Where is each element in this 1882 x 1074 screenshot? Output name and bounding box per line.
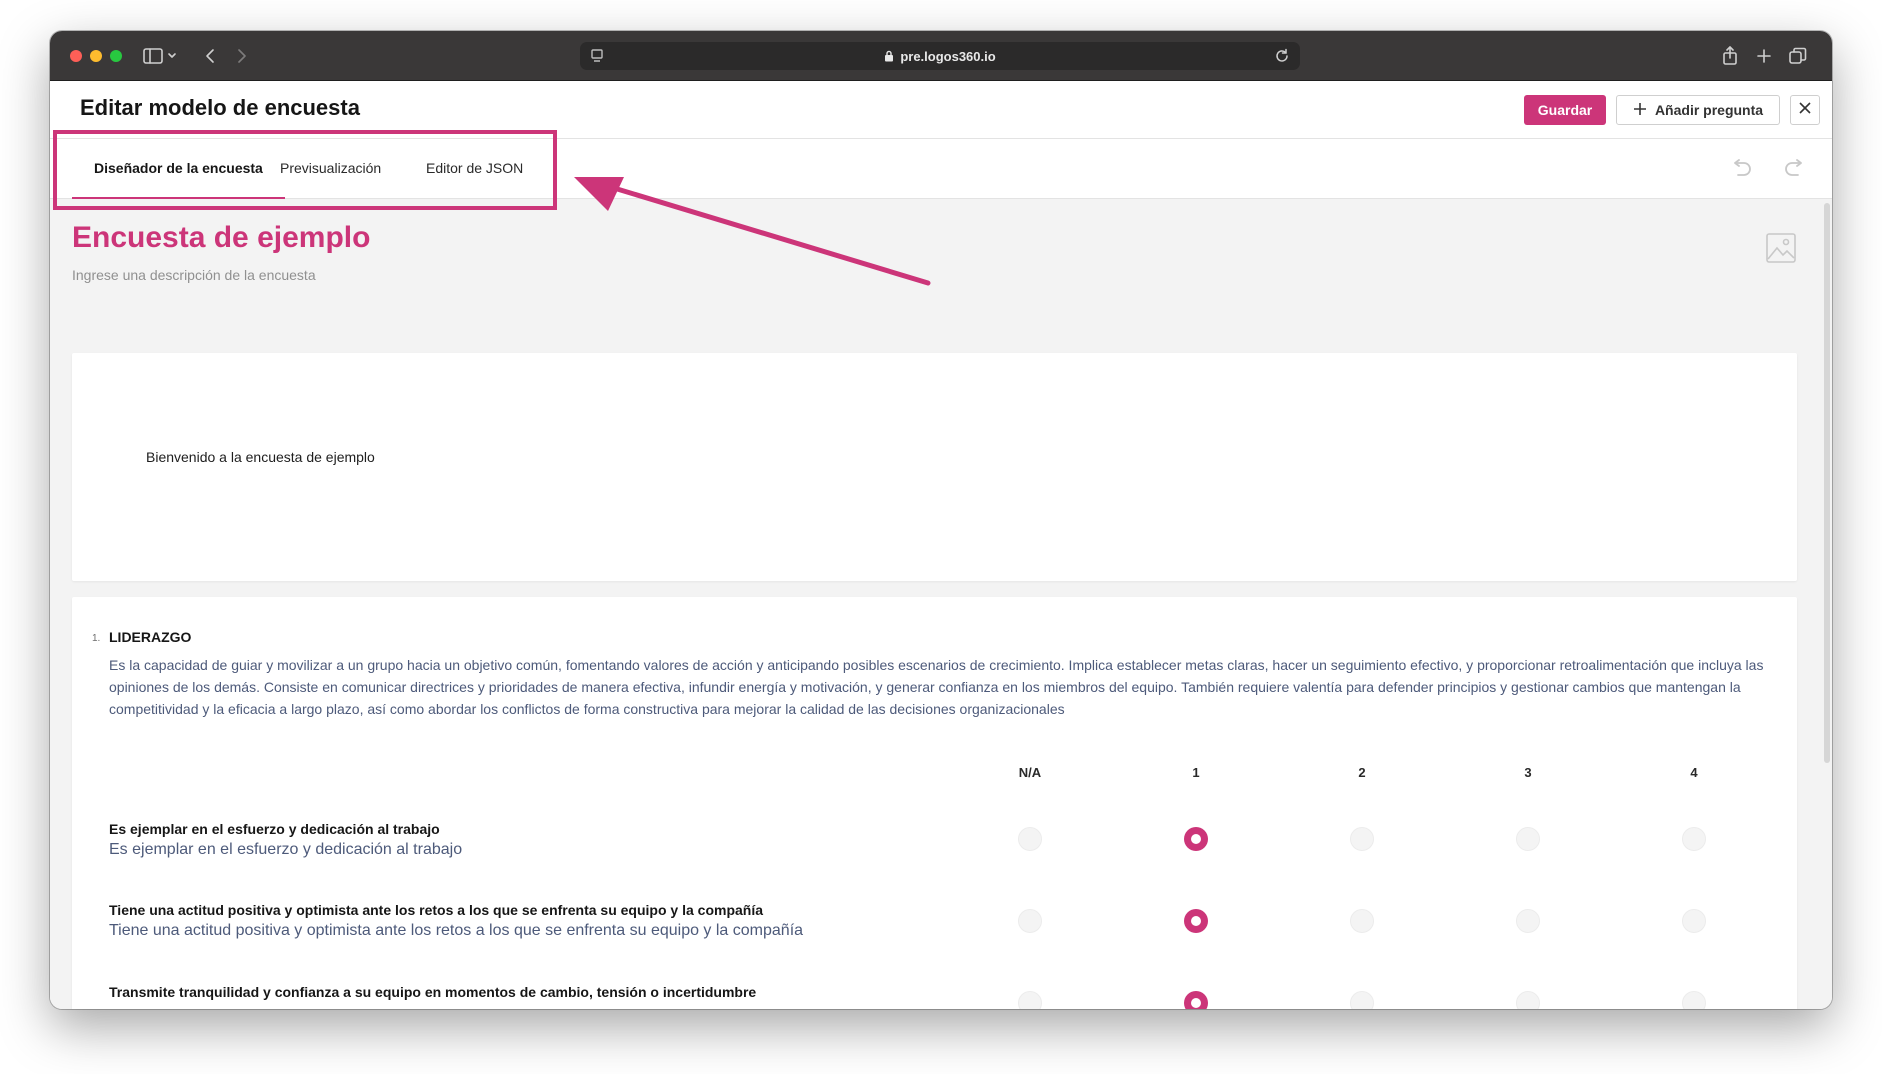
column-header-na: N/A bbox=[1018, 765, 1042, 780]
close-window-button[interactable] bbox=[70, 50, 82, 62]
question-number: 1. bbox=[92, 633, 101, 644]
matrix-row-subtitle: Es ejemplar en el esfuerzo y dedicación … bbox=[109, 841, 463, 858]
radio-row2-2[interactable] bbox=[1350, 909, 1374, 933]
browser-window: pre.logos360.io Editar modelo de encuest… bbox=[50, 31, 1832, 1009]
close-editor-button[interactable] bbox=[1790, 95, 1820, 125]
redo-icon[interactable] bbox=[1782, 159, 1806, 182]
sidebar-icon[interactable] bbox=[140, 44, 180, 68]
question-card[interactable]: 1. LIDERAZGO Es la capacidad de guiar y … bbox=[72, 597, 1797, 1009]
plus-icon[interactable] bbox=[1754, 44, 1774, 68]
survey-title[interactable]: Encuesta de ejemplo bbox=[72, 221, 370, 255]
radio-row1-3[interactable] bbox=[1516, 827, 1540, 851]
add-question-label: Añadir pregunta bbox=[1654, 102, 1764, 118]
radio-row1-4[interactable] bbox=[1682, 827, 1706, 851]
share-icon[interactable] bbox=[1720, 44, 1740, 68]
save-button[interactable]: Guardar bbox=[1524, 95, 1606, 125]
undo-icon[interactable] bbox=[1730, 159, 1754, 182]
window-controls bbox=[70, 50, 122, 62]
reload-icon[interactable] bbox=[1274, 48, 1290, 67]
matrix-row-title: Transmite tranquilidad y confianza a su … bbox=[109, 984, 757, 1000]
radio-row3-2[interactable] bbox=[1350, 991, 1374, 1009]
radio-row1-1[interactable] bbox=[1184, 827, 1208, 851]
lock-icon bbox=[884, 50, 894, 62]
radio-row3-1[interactable] bbox=[1184, 991, 1208, 1009]
page-title: Editar modelo de encuesta bbox=[80, 95, 360, 120]
add-question-button[interactable]: Añadir pregunta bbox=[1616, 95, 1780, 125]
zoom-window-button[interactable] bbox=[110, 50, 122, 62]
address-bar[interactable]: pre.logos360.io bbox=[580, 42, 1300, 70]
tab-json-editor[interactable]: Editor de JSON bbox=[426, 139, 523, 199]
radio-row3-4[interactable] bbox=[1682, 991, 1706, 1009]
plus-icon bbox=[1633, 102, 1647, 119]
survey-description-placeholder[interactable]: Ingrese una descripción de la encuesta bbox=[72, 267, 316, 283]
app-header: Editar modelo de encuesta Guardar Añadir… bbox=[50, 81, 1832, 139]
matrix-row-title: Tiene una actitud positiva y optimista a… bbox=[109, 902, 764, 918]
url-text: pre.logos360.io bbox=[900, 48, 996, 64]
column-header-4: 4 bbox=[1690, 765, 1698, 780]
site-settings-icon[interactable] bbox=[590, 48, 604, 67]
tab-survey-designer[interactable]: Diseñador de la encuesta bbox=[72, 139, 285, 199]
matrix-row-title: Es ejemplar en el esfuerzo y dedicación … bbox=[109, 821, 440, 837]
close-icon bbox=[1798, 101, 1812, 120]
radio-row2-na[interactable] bbox=[1018, 909, 1042, 933]
editor-tabs: Diseñador de la encuesta Previsualizació… bbox=[50, 139, 1832, 199]
welcome-text[interactable]: Bienvenido a la encuesta de ejemplo bbox=[146, 449, 375, 465]
question-description[interactable]: Es la capacidad de guiar y movilizar a u… bbox=[109, 654, 1769, 720]
column-header-1: 1 bbox=[1192, 765, 1200, 780]
vertical-scrollbar[interactable] bbox=[1824, 203, 1830, 763]
matrix-row-subtitle: Tiene una actitud positiva y optimista a… bbox=[109, 922, 804, 939]
chevron-left-icon[interactable] bbox=[200, 44, 220, 68]
browser-toolbar: pre.logos360.io bbox=[50, 31, 1832, 81]
radio-row1-na[interactable] bbox=[1018, 827, 1042, 851]
minimize-window-button[interactable] bbox=[90, 50, 102, 62]
survey-designer-canvas: Encuesta de ejemplo Ingrese una descripc… bbox=[50, 199, 1832, 1009]
question-title[interactable]: LIDERAZGO bbox=[109, 629, 191, 645]
radio-row1-2[interactable] bbox=[1350, 827, 1374, 851]
radio-row3-na[interactable] bbox=[1018, 991, 1042, 1009]
radio-row2-1[interactable] bbox=[1184, 909, 1208, 933]
welcome-page-card[interactable]: Bienvenido a la encuesta de ejemplo bbox=[72, 353, 1797, 581]
chevron-right-icon[interactable] bbox=[232, 44, 252, 68]
radio-row2-4[interactable] bbox=[1682, 909, 1706, 933]
annotation-arrow-icon bbox=[574, 177, 931, 286]
tab-preview[interactable]: Previsualización bbox=[280, 139, 381, 199]
radio-row2-3[interactable] bbox=[1516, 909, 1540, 933]
column-header-3: 3 bbox=[1524, 765, 1532, 780]
column-header-2: 2 bbox=[1358, 765, 1366, 780]
image-icon[interactable] bbox=[1766, 233, 1796, 268]
radio-row3-3[interactable] bbox=[1516, 991, 1540, 1009]
tabs-icon[interactable] bbox=[1788, 44, 1808, 68]
